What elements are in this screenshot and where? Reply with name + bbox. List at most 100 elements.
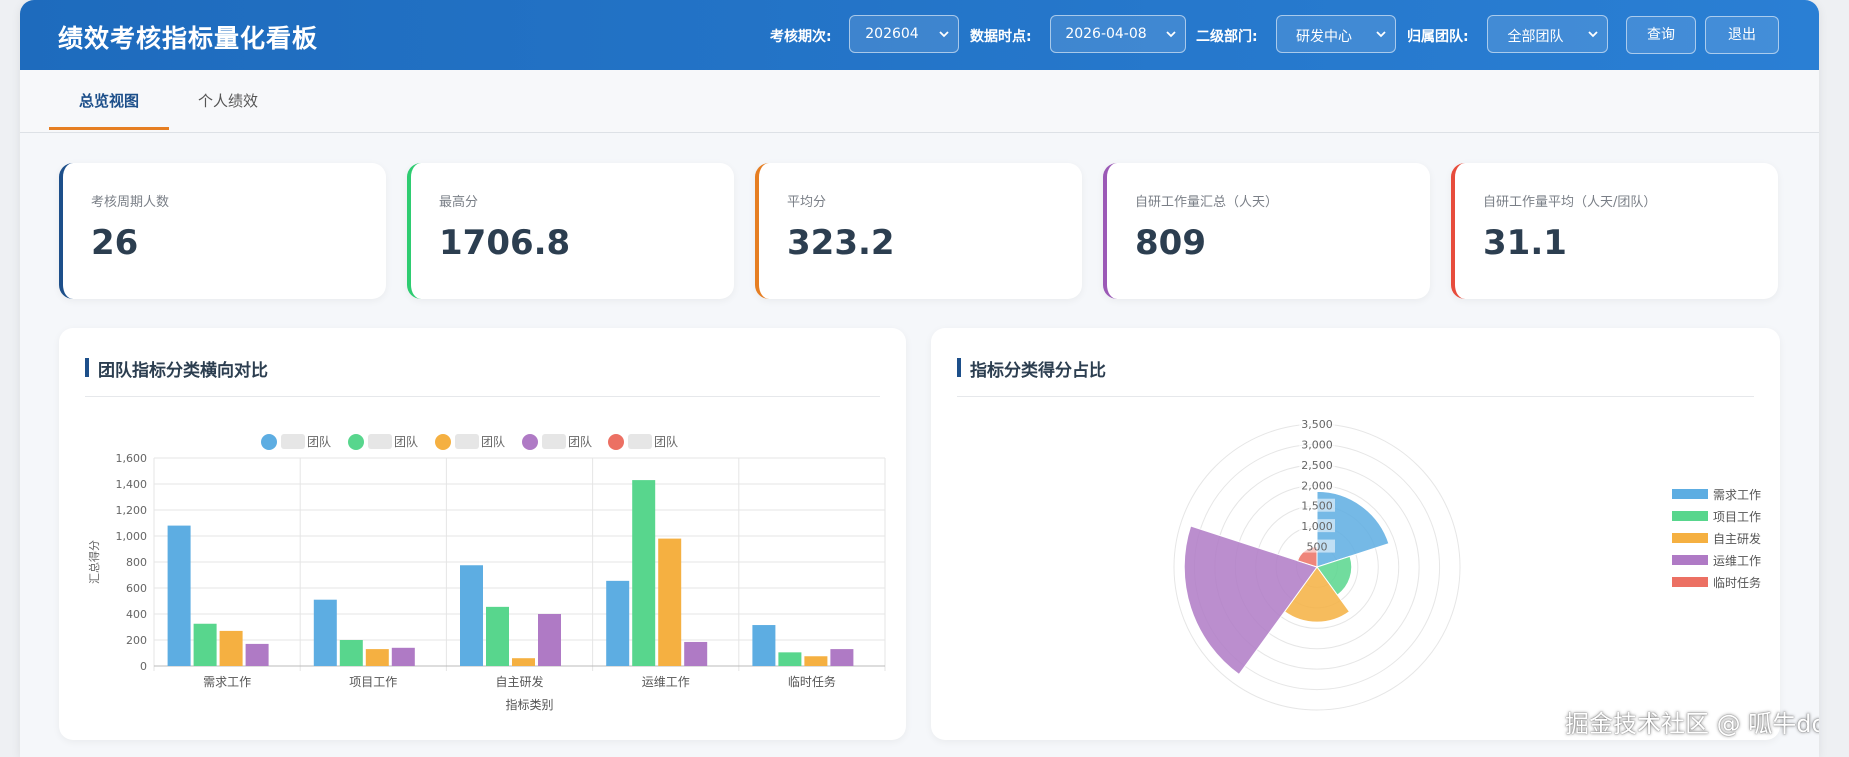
date-select[interactable]: 2026-04-08: [1050, 15, 1186, 53]
date-select-value: 2026-04-08: [1065, 26, 1147, 42]
bar: [658, 538, 682, 666]
dept-select-value: 研发中心: [1296, 29, 1352, 45]
bar: [778, 652, 802, 666]
chevron-down-icon: [1166, 31, 1176, 38]
period-filter-label: 考核期次:: [770, 29, 832, 45]
query-button[interactable]: 查询: [1626, 16, 1696, 54]
y-tick-label: 400: [126, 608, 147, 621]
kpi-card-workload-avg: 自研工作量平均（人天/团队） 31.1: [1451, 163, 1778, 299]
team-select[interactable]: 全部团队: [1487, 15, 1608, 53]
date-filter-label: 数据时点:: [970, 29, 1032, 45]
y-tick-label: 800: [126, 556, 147, 569]
legend-swatch: [435, 434, 451, 450]
kpi-value: 31.1: [1483, 223, 1567, 263]
bar: [538, 614, 561, 666]
bar: [245, 643, 269, 666]
kpi-card-avg-score: 平均分 323.2: [755, 163, 1082, 299]
period-select-value: 202604: [865, 26, 919, 42]
legend-swatch: [1672, 555, 1708, 565]
period-select[interactable]: 202604: [849, 15, 959, 53]
kpi-value: 26: [91, 223, 139, 263]
r-tick-label: 1,500: [1301, 500, 1333, 513]
legend-label: 团队: [307, 434, 331, 449]
bar: [365, 649, 389, 666]
bar: [804, 656, 828, 666]
legend-swatch: [1672, 533, 1708, 543]
team-comparison-panel: 团队指标分类横向对比 0 200 400 600 800 1,000 1,200 1,400 1…: [59, 328, 906, 740]
bar: [606, 580, 630, 666]
r-tick-label: 1,000: [1301, 520, 1333, 533]
legend-swatch: [261, 434, 277, 450]
legend-label: 运维工作: [1713, 554, 1761, 568]
kpi-card-max-score: 最高分 1706.8: [407, 163, 734, 299]
tab-overview[interactable]: 总览视图: [79, 90, 139, 111]
kpi-value: 809: [1135, 223, 1206, 263]
team-bar-chart: 0 200 400 600 800 1,000 1,200 1,400 1,600 需求工作 项目工…: [87, 434, 886, 712]
legend-label: 团队: [568, 434, 592, 449]
tab-personal[interactable]: 个人绩效: [198, 90, 258, 111]
bar: [486, 606, 509, 666]
bar: [219, 630, 243, 666]
kpi-label: 自研工作量平均（人天/团队）: [1483, 195, 1657, 210]
legend-swatch: [522, 434, 538, 450]
app-title: 绩效考核指标量化看板: [58, 24, 319, 53]
x-tick-label: 运维工作: [642, 675, 690, 689]
active-tab-indicator: [49, 127, 169, 130]
bar: [339, 640, 363, 666]
legend-label: 项目工作: [1713, 510, 1761, 524]
kpi-label: 平均分: [787, 195, 827, 210]
kpi-value: 1706.8: [439, 223, 571, 263]
r-tick-label: 2,500: [1301, 459, 1333, 472]
r-tick-label: 2,000: [1301, 479, 1333, 492]
legend-blur-mask: [628, 434, 652, 449]
bar: [752, 625, 776, 666]
kpi-label: 自研工作量汇总（人天）: [1135, 195, 1279, 210]
legend-label: 团队: [394, 434, 418, 449]
y-tick-label: 0: [140, 660, 147, 673]
y-tick-label: 1,000: [116, 530, 148, 543]
logout-button[interactable]: 退出: [1705, 16, 1779, 54]
y-tick-label: 1,400: [116, 478, 148, 491]
watermark: 掘金技术社区 @ 呱牛doit: [1565, 710, 1819, 738]
dept-select[interactable]: 研发中心: [1276, 15, 1396, 53]
y-tick-label: 200: [126, 634, 147, 647]
legend-swatch: [1672, 577, 1708, 587]
legend-swatch: [1672, 511, 1708, 521]
dept-filter-label: 二级部门:: [1196, 29, 1258, 45]
legend-swatch: [608, 434, 624, 450]
r-tick-label: 3,000: [1301, 438, 1333, 451]
chevron-down-icon: [1376, 31, 1386, 38]
legend-blur-mask: [281, 434, 305, 449]
bar: [830, 649, 854, 666]
legend-blur-mask: [368, 434, 392, 449]
y-tick-label: 1,200: [116, 504, 148, 517]
bar: [391, 647, 415, 666]
legend-swatch: [348, 434, 364, 450]
team-filter-label: 归属团队:: [1407, 29, 1469, 45]
legend-label: 团队: [481, 434, 505, 449]
chevron-down-icon: [1588, 31, 1598, 38]
dashboard-app: 绩效考核指标量化看板 考核期次: 202604 数据时点: 2026-04-08…: [20, 0, 1819, 757]
bar: [460, 565, 483, 666]
category-polar-chart: 500 1,000 1,500 2,000 2,500 3,000 3,500 需求工作项目工…: [1173, 417, 1761, 711]
kpi-value: 323.2: [787, 223, 895, 263]
bar: [167, 525, 191, 666]
r-tick-label: 500: [1307, 541, 1328, 554]
x-tick-label: 自主研发: [495, 674, 543, 689]
top-header: 绩效考核指标量化看板 考核期次: 202604 数据时点: 2026-04-08…: [20, 0, 1819, 70]
legend-label: 需求工作: [1713, 488, 1761, 502]
y-tick-label: 600: [126, 582, 147, 595]
legend-label: 临时任务: [1713, 575, 1761, 590]
category-share-panel: 指标分类得分占比 500 1,000 1,500 2,000 2,500 3,000 3,5…: [931, 328, 1780, 740]
bar: [313, 599, 337, 666]
kpi-card-workload-total: 自研工作量汇总（人天） 809: [1103, 163, 1430, 299]
bar: [193, 623, 217, 666]
r-tick-label: 3,500: [1301, 418, 1333, 431]
bar: [632, 480, 656, 666]
legend-blur-mask: [542, 434, 566, 449]
kpi-label: 最高分: [439, 195, 479, 210]
x-tick-label: 临时任务: [788, 674, 836, 689]
y-tick-label: 1,600: [116, 452, 148, 465]
legend-label: 团队: [654, 434, 678, 449]
team-select-value: 全部团队: [1507, 29, 1564, 45]
